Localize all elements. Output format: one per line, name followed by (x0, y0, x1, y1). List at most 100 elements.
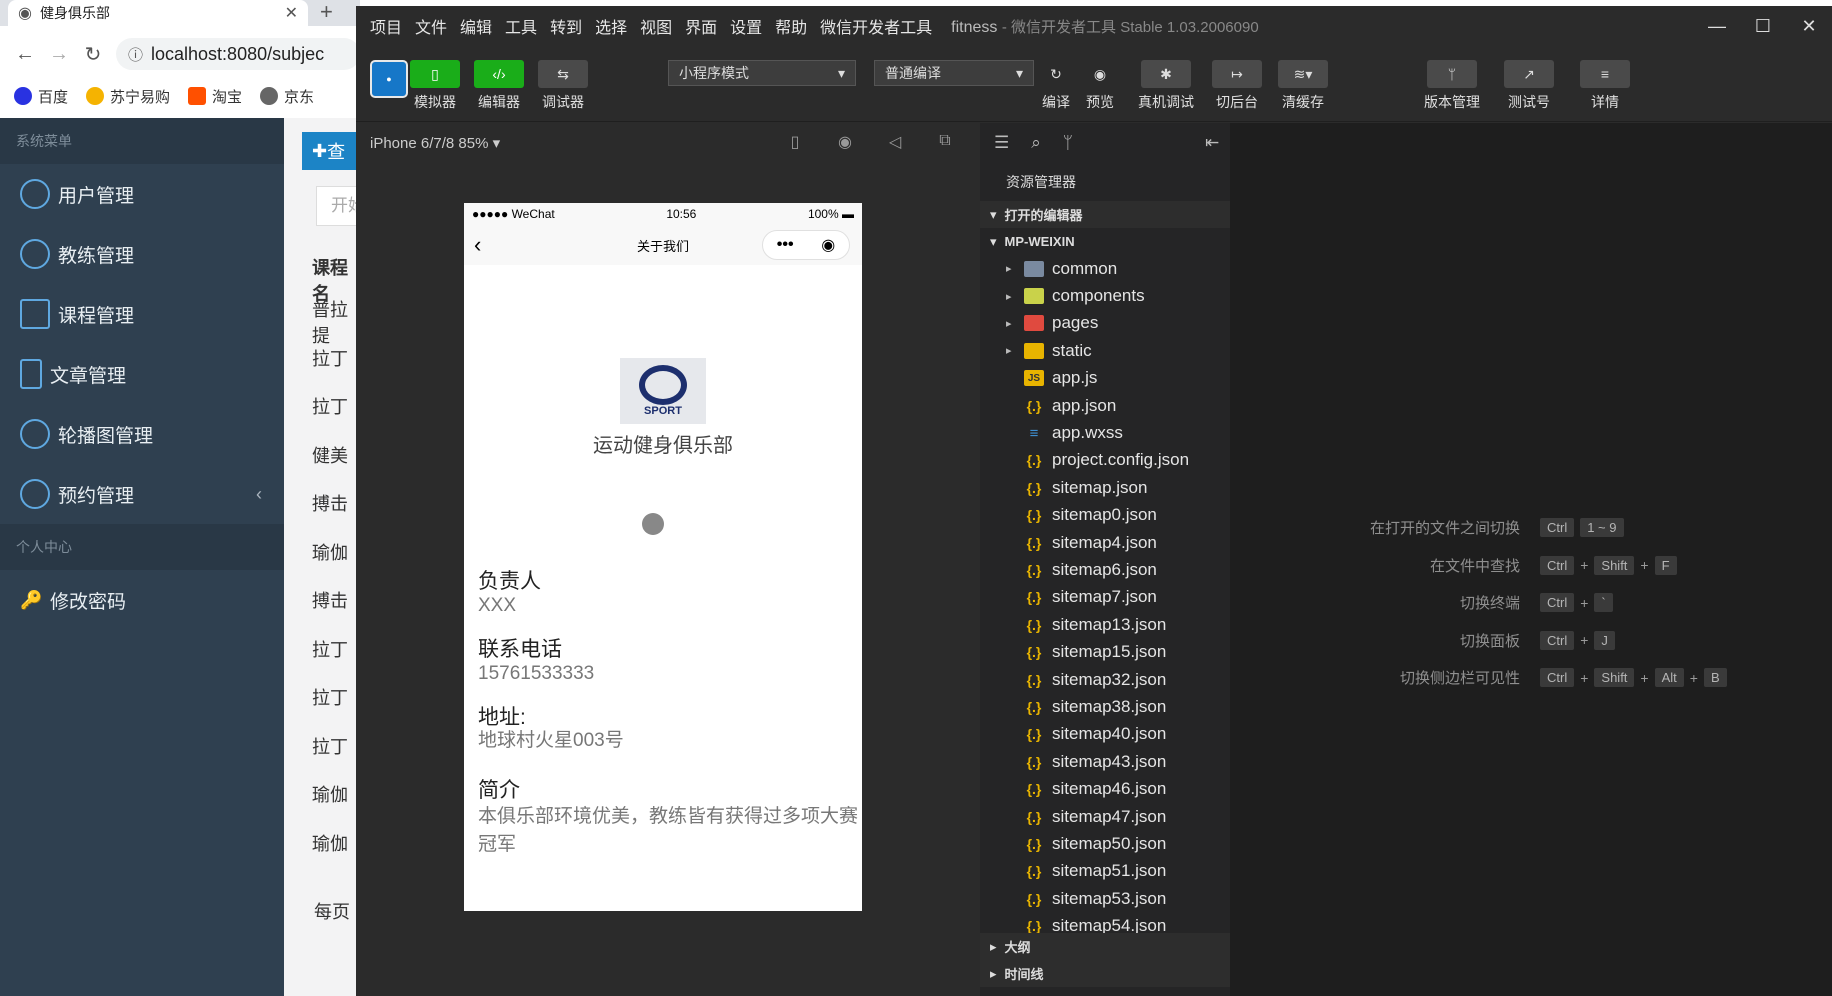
folder-item[interactable]: ▸ components (980, 282, 1230, 309)
file-item[interactable]: JS app.js (980, 365, 1230, 392)
folder-item[interactable]: ▸ common (980, 255, 1230, 282)
menu-goto[interactable]: 转到 (550, 14, 582, 38)
file-item[interactable]: {.} sitemap15.json (980, 638, 1230, 665)
menu-help[interactable]: 帮助 (775, 14, 807, 38)
js-file-icon: JS (1024, 370, 1044, 387)
file-item[interactable]: {.} sitemap7.json (980, 584, 1230, 611)
list-icon[interactable]: ☰ (994, 133, 1009, 153)
bookmark-taobao[interactable]: 淘宝 (188, 86, 242, 107)
shortcut-row: 在打开的文件之间切换 Ctrl 1 ~ 9 (1320, 517, 1624, 538)
file-item[interactable]: {.} sitemap40.json (980, 721, 1230, 748)
menu-project[interactable]: 项目 (370, 14, 402, 38)
sidebar-item-courses[interactable]: 课程管理 (0, 284, 284, 344)
back-chevron-icon[interactable]: ‹ (474, 232, 481, 258)
forward-icon[interactable]: → (48, 43, 70, 66)
back-icon[interactable]: ← (14, 43, 36, 66)
collapse-panel-icon[interactable]: ⇤ (1205, 133, 1219, 153)
popout-icon[interactable]: ⧉ (934, 132, 956, 154)
sidebar-item-booking[interactable]: 预约管理 ‹ (0, 464, 284, 524)
maximize-icon[interactable]: ☐ (1740, 6, 1786, 46)
file-item[interactable]: {.} sitemap6.json (980, 556, 1230, 583)
minimize-icon[interactable]: — (1694, 6, 1740, 46)
file-item[interactable]: {.} sitemap46.json (980, 775, 1230, 802)
menu-select[interactable]: 选择 (595, 14, 627, 38)
search-icon[interactable]: ⌕ (1031, 133, 1041, 153)
compile-mode-select[interactable]: 普通编译 ▾ (874, 60, 1034, 86)
key-badge: ` (1594, 593, 1613, 612)
preview-button[interactable]: ◉ 预览 (1080, 60, 1120, 112)
file-item[interactable]: {.} project.config.json (980, 447, 1230, 474)
phone-icon[interactable]: ▯ (784, 132, 806, 154)
clear-cache-button[interactable]: ≋▾ 清缓存 (1278, 60, 1328, 112)
file-item[interactable]: {.} sitemap13.json (980, 611, 1230, 638)
menu-wechat-devtools[interactable]: 微信开发者工具 (820, 14, 932, 38)
menu-edit[interactable]: 编辑 (460, 14, 492, 38)
file-item[interactable]: {.} sitemap50.json (980, 830, 1230, 857)
bookmark-jd[interactable]: 京东 (260, 86, 314, 107)
explorer-title: 资源管理器 (1006, 174, 1076, 190)
compile-button[interactable]: ↻ 编译 (1036, 60, 1076, 112)
menu-settings[interactable]: 设置 (730, 14, 762, 38)
key-badge: Ctrl (1540, 555, 1575, 575)
device-select[interactable]: iPhone 6/7/8 85% ▾ (370, 134, 500, 152)
editor-area: 在打开的文件之间切换 Ctrl 1 ~ 9 在文件中查找 Ctrl + Shift + F 切换终… (1230, 123, 1832, 996)
debugger-button[interactable]: ⇆ 调试器 (538, 60, 588, 112)
file-item[interactable]: {.} sitemap47.json (980, 803, 1230, 830)
new-tab-icon[interactable]: + (320, 0, 333, 24)
loading-dot (642, 513, 664, 535)
close-tab-icon[interactable]: ✕ (285, 3, 298, 23)
menu-tools[interactable]: 工具 (505, 14, 537, 38)
folder-item[interactable]: ▸ static (980, 337, 1230, 364)
file-item[interactable]: {.} sitemap.json (980, 474, 1230, 501)
test-account-button[interactable]: ↗ 测试号 (1504, 60, 1554, 112)
background-button[interactable]: ↦ 切后台 (1212, 60, 1262, 112)
avatar[interactable]: ● (370, 60, 408, 98)
file-item[interactable]: {.} sitemap51.json (980, 858, 1230, 885)
refresh-icon: ↻ (1050, 65, 1062, 82)
file-item[interactable]: {.} app.json (980, 392, 1230, 419)
bookmark-baidu[interactable]: 百度 (14, 86, 68, 107)
sidebar-section-personal: 个人中心 (0, 524, 284, 570)
capsule-menu[interactable]: ••• ◉ (762, 230, 850, 260)
menu-interface[interactable]: 界面 (685, 14, 717, 38)
bookmark-suning[interactable]: 苏宁易购 (86, 86, 170, 107)
browser-tab[interactable]: ◉ 健身俱乐部 ✕ (8, 0, 308, 26)
file-item[interactable]: {.} sitemap32.json (980, 666, 1230, 693)
outline-section[interactable]: ▸ 大纲 (980, 933, 1230, 960)
project-section[interactable]: ▾ MP-WEIXIN (980, 228, 1230, 255)
target-icon[interactable]: ◉ (821, 235, 835, 255)
version-button[interactable]: ᛘ 版本管理 (1424, 60, 1480, 112)
sidebar-item-users[interactable]: 用户管理 (0, 164, 284, 224)
sidebar-item-articles[interactable]: 文章管理 (0, 344, 284, 404)
timeline-section[interactable]: ▸ 时间线 (980, 960, 1230, 987)
close-window-icon[interactable]: ✕ (1786, 6, 1832, 46)
sidebar-item-change-password[interactable]: 🔑 修改密码 (0, 570, 284, 630)
volume-icon[interactable]: ◁ (884, 132, 906, 154)
open-editors-section[interactable]: ▾ 打开的编辑器 (980, 201, 1230, 228)
address-bar[interactable]: ⓘ localhost:8080/subjec (116, 38, 360, 70)
file-item[interactable]: ≡ app.wxss (980, 419, 1230, 446)
source-control-icon[interactable]: ᛘ (1063, 133, 1073, 153)
file-item[interactable]: {.} sitemap0.json (980, 502, 1230, 529)
file-item[interactable]: {.} sitemap43.json (980, 748, 1230, 775)
remote-debug-button[interactable]: ✱ 真机调试 (1138, 60, 1194, 112)
file-item[interactable]: {.} sitemap38.json (980, 693, 1230, 720)
sport-logo-icon (639, 365, 687, 405)
file-item[interactable]: {.} sitemap53.json (980, 885, 1230, 912)
file-item[interactable]: {.} sitemap4.json (980, 529, 1230, 556)
record-icon[interactable]: ◉ (834, 132, 856, 154)
caret-down-icon: ▾ (990, 233, 997, 249)
menu-file[interactable]: 文件 (415, 14, 447, 38)
sidebar-item-coaches[interactable]: 教练管理 (0, 224, 284, 284)
site-info-icon[interactable]: ⓘ (128, 44, 143, 65)
simulator-button[interactable]: ▯ 模拟器 (410, 60, 460, 112)
sidebar-item-carousel[interactable]: 轮播图管理 (0, 404, 284, 464)
menu-view[interactable]: 视图 (640, 14, 672, 38)
reload-icon[interactable]: ↻ (82, 42, 104, 67)
details-button[interactable]: ≡ 详情 (1580, 60, 1630, 112)
person-label: 负责人 (478, 570, 541, 593)
folder-item[interactable]: ▸ pages (980, 310, 1230, 337)
editor-button[interactable]: ‹/› 编辑器 (474, 60, 524, 112)
more-icon[interactable]: ••• (777, 236, 794, 254)
mode-select[interactable]: 小程序模式 ▾ (668, 60, 856, 86)
